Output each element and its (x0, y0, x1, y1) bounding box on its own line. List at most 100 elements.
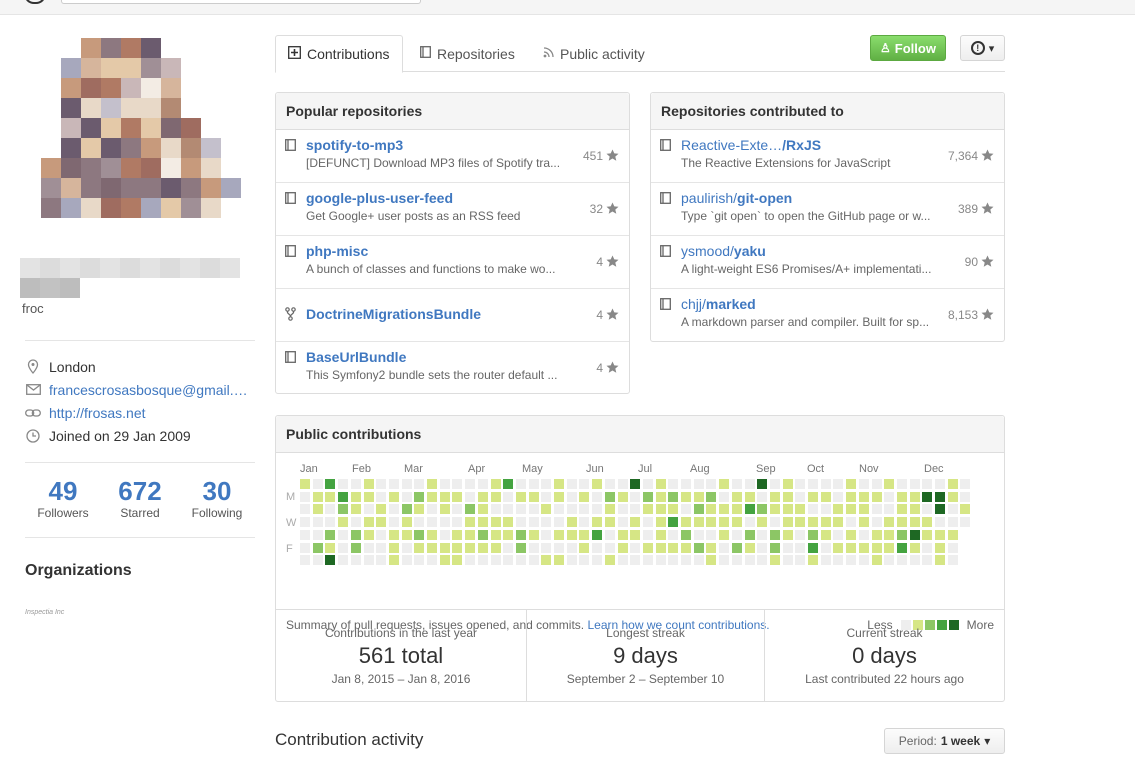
contribution-day[interactable] (363, 555, 374, 566)
contribution-day[interactable] (503, 542, 514, 553)
contribution-day[interactable] (376, 542, 387, 553)
contribution-day[interactable] (401, 529, 412, 540)
contribution-day[interactable] (566, 491, 577, 502)
contribution-day[interactable] (566, 479, 577, 489)
contribution-day[interactable] (452, 529, 463, 540)
contribution-day[interactable] (858, 491, 869, 502)
contribution-day[interactable] (706, 517, 717, 528)
followers-count[interactable]: 49 (25, 476, 101, 506)
contribution-day[interactable] (363, 517, 374, 528)
contribution-day[interactable] (909, 529, 920, 540)
contribution-day[interactable] (655, 479, 666, 489)
contribution-day[interactable] (706, 504, 717, 515)
contribution-day[interactable] (833, 555, 844, 566)
contribution-day[interactable] (477, 517, 488, 528)
contribution-day[interactable] (388, 517, 399, 528)
contribution-day[interactable] (935, 555, 945, 566)
contribution-day[interactable] (681, 529, 691, 540)
contribution-day[interactable] (808, 504, 818, 515)
contribution-day[interactable] (490, 542, 501, 553)
contribution-day[interactable] (604, 542, 615, 553)
contribution-day[interactable] (693, 491, 704, 502)
contribution-day[interactable] (477, 555, 488, 566)
contribution-day[interactable] (744, 555, 755, 566)
contribution-day[interactable] (579, 504, 590, 515)
contribution-day[interactable] (350, 542, 361, 553)
contribution-day[interactable] (477, 542, 488, 553)
contribution-day[interactable] (846, 555, 857, 566)
contribution-day[interactable] (655, 491, 666, 502)
contribution-day[interactable] (338, 542, 349, 553)
contribution-day[interactable] (515, 529, 526, 540)
contribution-day[interactable] (325, 491, 336, 502)
contribution-day[interactable] (922, 491, 933, 502)
contribution-day[interactable] (795, 555, 806, 566)
contribution-day[interactable] (477, 529, 488, 540)
contribution-day[interactable] (935, 504, 945, 515)
contribution-day[interactable] (757, 555, 768, 566)
contribution-day[interactable] (490, 555, 501, 566)
contribution-day[interactable] (884, 517, 895, 528)
contribution-day[interactable] (414, 542, 425, 553)
contribution-day[interactable] (846, 529, 857, 540)
contribution-day[interactable] (706, 555, 717, 566)
contribution-day[interactable] (325, 555, 336, 566)
contribution-day[interactable] (541, 555, 552, 566)
follow-button[interactable]: ♙ Follow (870, 35, 946, 61)
contribution-day[interactable] (617, 479, 628, 489)
contribution-day[interactable] (503, 491, 514, 502)
email-link[interactable]: francescrosasbosque@gmail.com (49, 382, 249, 398)
contribution-day[interactable] (871, 517, 882, 528)
contribution-day[interactable] (465, 504, 476, 515)
contribution-day[interactable] (325, 542, 336, 553)
contribution-day[interactable] (376, 529, 387, 540)
contribution-day[interactable] (566, 517, 577, 528)
contribution-day[interactable] (312, 479, 323, 489)
website-link[interactable]: http://frosas.net (49, 405, 146, 421)
contribution-day[interactable] (896, 517, 907, 528)
contribution-day[interactable] (579, 491, 590, 502)
contribution-day[interactable] (439, 529, 450, 540)
contribution-day[interactable] (833, 479, 844, 489)
contribution-day[interactable] (350, 529, 361, 540)
contribution-day[interactable] (744, 504, 755, 515)
contribution-day[interactable] (300, 491, 310, 502)
contribution-day[interactable] (414, 529, 425, 540)
contribution-day[interactable] (388, 504, 399, 515)
contribution-day[interactable] (515, 491, 526, 502)
contribution-day[interactable] (579, 479, 590, 489)
contribution-day[interactable] (312, 555, 323, 566)
contribution-day[interactable] (312, 529, 323, 540)
contribution-day[interactable] (871, 542, 882, 553)
contribution-day[interactable] (312, 504, 323, 515)
contribution-day[interactable] (846, 491, 857, 502)
contribution-day[interactable] (401, 504, 412, 515)
contribution-day[interactable] (642, 529, 653, 540)
contribution-day[interactable] (604, 517, 615, 528)
contribution-day[interactable] (769, 504, 780, 515)
repo-name-link[interactable]: google-plus-user-feed (306, 190, 619, 206)
tab-contributions[interactable]: Contributions (275, 35, 403, 73)
repo-name-link[interactable]: spotify-to-mp3 (306, 137, 619, 153)
contribution-day[interactable] (515, 542, 526, 553)
contribution-day[interactable] (490, 517, 501, 528)
contribution-day[interactable] (515, 504, 526, 515)
contribution-day[interactable] (681, 555, 691, 566)
contribution-day[interactable] (655, 529, 666, 540)
contribution-day[interactable] (325, 529, 336, 540)
contribution-day[interactable] (414, 479, 425, 489)
contribution-day[interactable] (401, 479, 412, 489)
contribution-day[interactable] (782, 504, 793, 515)
contribution-day[interactable] (706, 529, 717, 540)
contribution-day[interactable] (592, 491, 603, 502)
contribution-day[interactable] (719, 555, 730, 566)
contribution-day[interactable] (617, 555, 628, 566)
contribution-day[interactable] (427, 491, 437, 502)
contribution-day[interactable] (769, 517, 780, 528)
contribution-day[interactable] (681, 479, 691, 489)
contribution-day[interactable] (592, 504, 603, 515)
contribution-day[interactable] (338, 491, 349, 502)
repo-name-link[interactable]: php-misc (306, 243, 619, 259)
contribution-day[interactable] (515, 517, 526, 528)
contribution-day[interactable] (896, 504, 907, 515)
